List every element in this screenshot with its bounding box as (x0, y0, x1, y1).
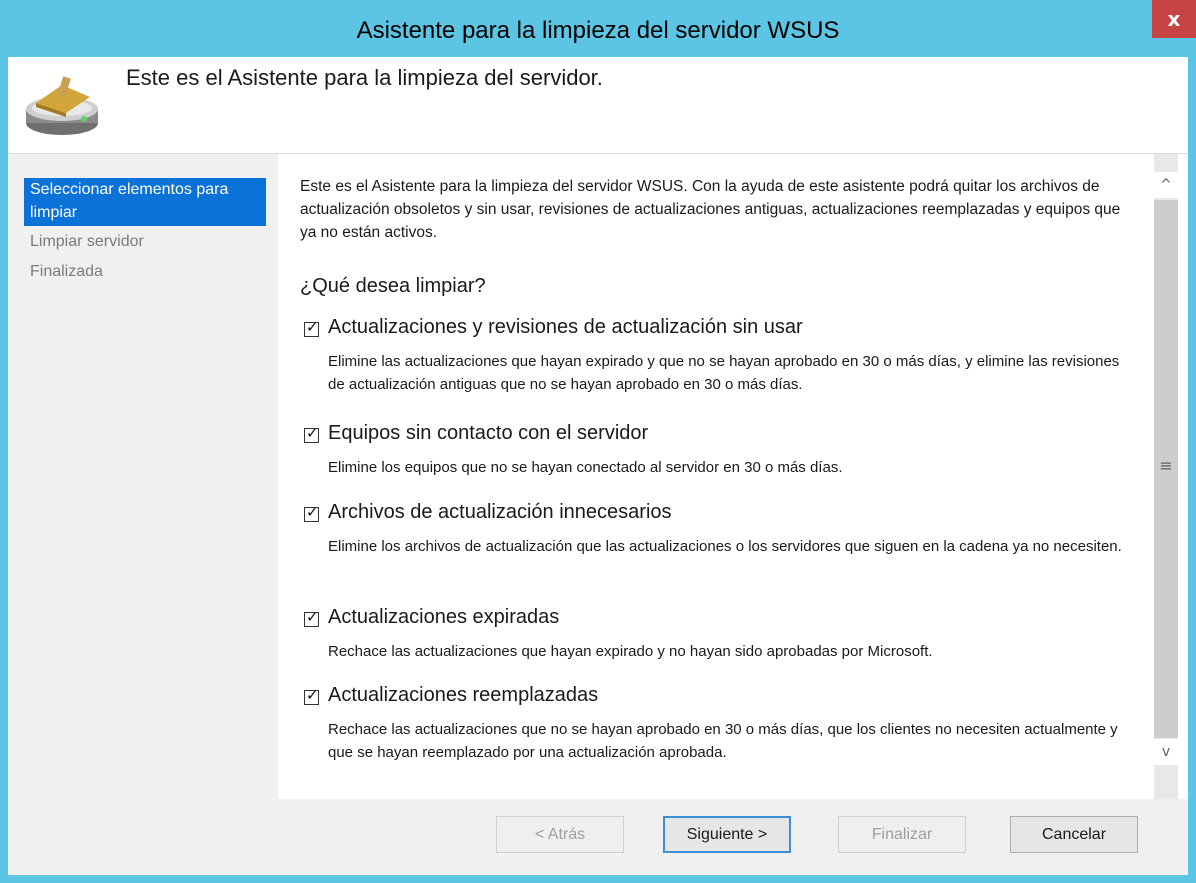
option-label[interactable]: Actualizaciones reemplazadas (328, 684, 598, 707)
grip-icon: ≡ (1159, 456, 1173, 475)
check-icon: ✓ (306, 503, 319, 521)
vertical-scrollbar[interactable]: ^ ≡ v (1154, 154, 1178, 799)
option-description: Elimine los archivos de actualización qu… (328, 538, 1122, 555)
close-icon: x (1167, 7, 1181, 31)
scrollable-content[interactable]: Este es el Asistente para la limpieza de… (278, 154, 1154, 800)
scroll-up-button[interactable]: ^ (1154, 172, 1178, 198)
scrollbar-thumb[interactable]: ≡ (1154, 200, 1178, 738)
step-select-items[interactable]: Seleccionar elementos para limpiar (24, 178, 266, 226)
check-icon: ✓ (306, 686, 319, 704)
finish-button[interactable]: Finalizar (838, 816, 966, 853)
next-button[interactable]: Siguiente > (663, 816, 791, 853)
wizard-steps-sidebar: Seleccionar elementos para limpiar Limpi… (8, 154, 270, 875)
title-bar[interactable]: Asistente para la limpieza del servidor … (0, 0, 1196, 57)
option-label[interactable]: Actualizaciones y revisiones de actualiz… (328, 316, 803, 339)
close-button[interactable]: x (1152, 0, 1196, 38)
check-icon: ✓ (306, 608, 319, 626)
wizard-header: Este es el Asistente para la limpieza de… (8, 57, 1188, 154)
unneeded-files-checkbox[interactable]: ✓ (304, 503, 319, 522)
wizard-client-area: Este es el Asistente para la limpieza de… (8, 57, 1188, 875)
check-icon: ✓ (306, 318, 319, 336)
header-title: Este es el Asistente para la limpieza de… (126, 65, 603, 90)
option-description: Rechace las actualizaciones que hayan ex… (328, 643, 933, 660)
option-description: Elimine las actualizaciones que hayan ex… (328, 353, 1120, 393)
cancel-button[interactable]: Cancelar (1010, 816, 1138, 853)
option-label[interactable]: Actualizaciones expiradas (328, 606, 559, 629)
computers-no-contact-checkbox[interactable]: ✓ (304, 424, 319, 443)
intro-text: Este es el Asistente para la limpieza de… (300, 178, 1121, 241)
scroll-down-button[interactable]: v (1154, 739, 1178, 765)
server-cleanup-icon (26, 76, 98, 135)
unused-updates-checkbox[interactable]: ✓ (304, 318, 319, 337)
option-label[interactable]: Archivos de actualización innecesarios (328, 501, 672, 524)
option-description: Rechace las actualizaciones que no se ha… (328, 721, 1118, 761)
check-icon: ✓ (306, 424, 319, 442)
window-title: Asistente para la limpieza del servidor … (356, 17, 840, 44)
wizard-body: Seleccionar elementos para limpiar Limpi… (8, 154, 1188, 875)
question-heading: ¿Qué desea limpiar? (300, 275, 486, 297)
option-label[interactable]: Equipos sin contacto con el servidor (328, 422, 648, 445)
step-clean-server: Limpiar servidor (30, 233, 144, 250)
wizard-main-panel: Este es el Asistente para la limpieza de… (278, 154, 1188, 875)
step-finished: Finalizada (30, 263, 103, 280)
superseded-updates-checkbox[interactable]: ✓ (304, 686, 319, 705)
back-button[interactable]: < Atrás (496, 816, 624, 853)
option-description: Elimine los equipos que no se hayan cone… (328, 459, 843, 476)
wizard-window: Asistente para la limpieza del servidor … (0, 0, 1196, 883)
chevron-down-icon: v (1161, 744, 1171, 760)
chevron-up-icon: ^ (1160, 177, 1172, 193)
expired-updates-checkbox[interactable]: ✓ (304, 608, 319, 627)
wizard-button-bar: < Atrás Siguiente > Finalizar Cancelar (278, 799, 1188, 875)
